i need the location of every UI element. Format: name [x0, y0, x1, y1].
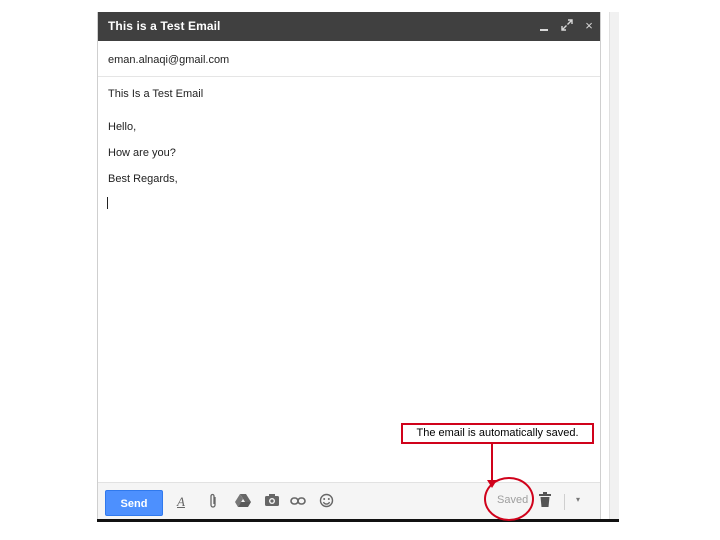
emoji-icon[interactable]: [317, 493, 335, 511]
window-bottom-edge: [97, 519, 619, 522]
link-icon[interactable]: [289, 493, 307, 511]
compose-title: This is a Test Email: [108, 19, 221, 33]
attach-icon[interactable]: [204, 493, 222, 511]
text-cursor: [107, 197, 108, 209]
minimize-icon[interactable]: [538, 19, 552, 33]
more-options-icon[interactable]: ▾: [576, 495, 580, 504]
annotation-callout: The email is automatically saved.: [401, 423, 594, 444]
compose-titlebar[interactable]: This is a Test Email ×: [98, 12, 600, 41]
recipient-divider: [98, 76, 600, 77]
body-line: Best Regards,: [108, 173, 178, 185]
recipient-field[interactable]: eman.alnaqi@gmail.com: [108, 54, 229, 66]
scrollbar[interactable]: [609, 12, 619, 520]
toolbar-separator: [564, 494, 565, 510]
trash-icon[interactable]: [539, 492, 553, 510]
annotation-arrow: [491, 444, 493, 484]
body-line: Hello,: [108, 121, 137, 133]
annotation-circle: [484, 477, 534, 521]
subject-field[interactable]: This Is a Test Email: [108, 88, 203, 100]
popout-icon[interactable]: [560, 19, 574, 33]
format-text-icon[interactable]: A: [172, 493, 190, 511]
body-line: How are you?: [108, 147, 176, 159]
send-button[interactable]: Send: [105, 490, 163, 516]
photo-icon[interactable]: [263, 493, 281, 511]
drive-icon[interactable]: [234, 493, 252, 511]
close-icon[interactable]: ×: [582, 19, 596, 33]
